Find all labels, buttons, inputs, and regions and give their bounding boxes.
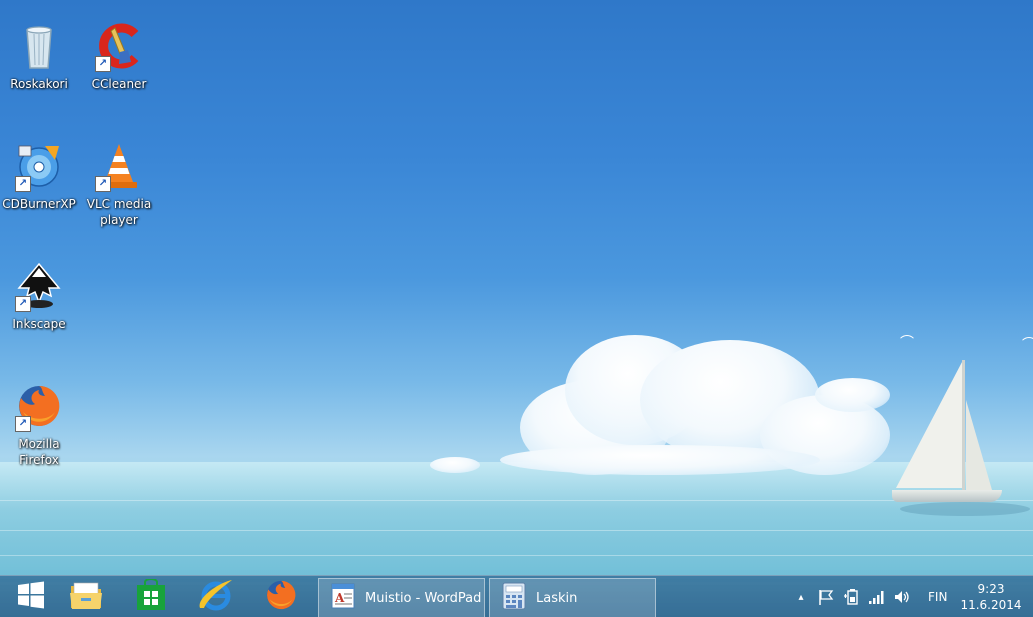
sailboat-jib <box>966 400 992 490</box>
sailboat-reflection <box>900 502 1030 516</box>
desktop-icon-label: Inkscape <box>12 317 66 331</box>
volume-speaker-icon[interactable] <box>893 576 911 617</box>
language-label: FIN <box>928 590 948 604</box>
firefox-icon: ↗ <box>15 382 63 432</box>
taskbar-window-wordpad[interactable]: A Muistio - WordPad <box>318 578 485 617</box>
desktop-icon-inkscape[interactable]: ↗ Inkscape <box>1 262 77 332</box>
desktop-icon-label: CDBurnerXP <box>2 197 76 211</box>
input-language-indicator[interactable]: FIN <box>928 576 947 617</box>
shortcut-arrow-icon: ↗ <box>95 56 111 72</box>
desktop-icon-firefox[interactable]: ↗ Mozilla Firefox <box>1 382 77 468</box>
svg-text:A: A <box>334 591 345 605</box>
wallpaper-cloud <box>815 378 890 412</box>
firefox-icon <box>264 578 298 616</box>
taskbar-window-calculator[interactable]: Laskin <box>489 578 656 617</box>
battery-power-icon[interactable] <box>843 576 861 617</box>
desktop-icon-cdburnerxp[interactable]: ↗ CDBurnerXP <box>1 142 77 212</box>
wallpaper-cloud <box>430 457 480 473</box>
desktop-icon-vlc[interactable]: ↗ VLC media player <box>81 142 157 228</box>
clock-time: 9:23 <box>977 582 1005 596</box>
inkscape-icon: ↗ <box>15 262 63 312</box>
taskbar-window-label: Muistio - WordPad <box>365 590 482 606</box>
clock-date: 11.6.2014 <box>960 598 1022 612</box>
wallpaper-wave <box>0 530 1033 531</box>
wallpaper-cloud <box>500 445 820 475</box>
shortcut-arrow-icon: ↗ <box>95 176 111 192</box>
file-explorer-button[interactable] <box>55 576 117 617</box>
taskbar-window-label: Laskin <box>536 590 578 606</box>
ccleaner-icon: ↗ <box>95 22 143 72</box>
desktop: ⌒ ⌒ Roskakori ↗ CCleaner ↗ CDBurnerXP ↗ … <box>0 0 1033 617</box>
firefox-taskbar-button[interactable] <box>250 576 312 617</box>
desktop-icon-label: VLC media player <box>86 197 152 227</box>
clock[interactable]: 9:23 11.6.2014 <box>955 581 1027 613</box>
desktop-icon-label: Mozilla Firefox <box>18 437 60 467</box>
wallpaper-sea <box>0 462 1033 582</box>
desktop-icon-ccleaner[interactable]: ↗ CCleaner <box>81 22 157 92</box>
sailboat-main-sail <box>896 362 962 488</box>
recycle-bin-icon <box>15 22 63 70</box>
folder-icon <box>69 580 103 614</box>
vlc-cone-icon: ↗ <box>95 142 143 192</box>
taskbar: A Muistio - WordPad Laskin ▴ FIN 9:23 11… <box>0 575 1033 617</box>
ie-icon <box>198 578 234 616</box>
shortcut-arrow-icon: ↗ <box>15 296 31 312</box>
windows-logo-icon <box>17 581 45 613</box>
store-bag-icon <box>136 578 166 615</box>
shortcut-arrow-icon: ↗ <box>15 416 31 432</box>
chevron-up-icon: ▴ <box>798 591 804 603</box>
internet-explorer-button[interactable] <box>185 576 247 617</box>
seagull-icon: ⌒ <box>900 335 914 351</box>
cdburnerxp-icon: ↗ <box>15 142 63 192</box>
wordpad-icon: A <box>331 583 355 613</box>
desktop-icon-recycle-bin[interactable]: Roskakori <box>1 22 77 92</box>
calculator-icon <box>502 582 526 614</box>
show-hidden-icons-button[interactable]: ▴ <box>794 576 808 617</box>
sailboat-mast <box>962 360 965 494</box>
seagull-icon: ⌒ <box>1022 337 1033 353</box>
desktop-icon-label: CCleaner <box>91 77 147 91</box>
shortcut-arrow-icon: ↗ <box>15 176 31 192</box>
desktop-icon-label: Roskakori <box>10 77 68 91</box>
start-button[interactable] <box>0 576 62 617</box>
action-center-flag-icon[interactable] <box>817 576 835 617</box>
sailboat-hull <box>892 490 1002 502</box>
wallpaper-wave <box>0 500 1033 501</box>
network-signal-icon[interactable] <box>868 576 886 617</box>
store-button[interactable] <box>120 576 182 617</box>
wallpaper-wave <box>0 555 1033 556</box>
